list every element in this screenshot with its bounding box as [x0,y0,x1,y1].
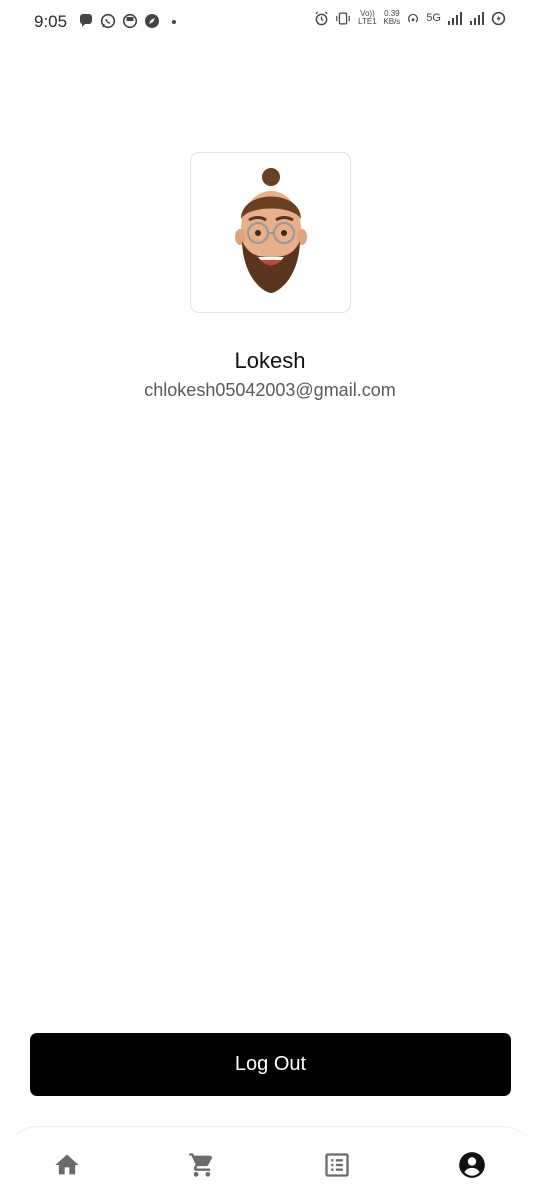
signal-icon [447,11,463,25]
logout-label: Log Out [234,1053,307,1075]
network-speed-unit: KB/s [383,17,401,26]
hotspot-icon [406,11,420,25]
status-time: 9:05 [34,12,68,31]
profile-name: Lokesh [234,348,306,373]
system-icons: Vo)) LTE1 0.39 KB/s 5G [314,10,506,26]
network-label: Vo)) LTE1 [358,9,377,26]
home-icon [55,1154,79,1175]
alarm-icon [314,10,329,26]
notification-icons [78,13,182,29]
account-icon [459,1152,485,1178]
nav-cart[interactable] [188,1151,216,1179]
whatsapp-icon [100,13,116,29]
status-bar: 9:05 Vo)) LTE1 0.39 KB/s 5G [0,0,540,44]
nav-account[interactable] [458,1151,486,1179]
battery-saver-icon [491,11,506,26]
bottom-nav [0,1126,540,1200]
cart-icon [189,1153,213,1177]
memoji-avatar [235,168,307,293]
nav-home[interactable] [53,1151,81,1179]
compass-icon [144,13,160,29]
network-speed: 0.39 KB/s [383,10,400,26]
chat-bubble-icon [78,13,94,29]
signal-icon [469,11,485,25]
profile-email: chlokesh05042003@gmail.com [144,380,396,400]
logout-button[interactable]: Log Out [30,1033,511,1096]
app-notification-icon [122,13,138,29]
more-dot-icon [166,13,182,29]
vibrate-icon [335,11,351,26]
list-icon [325,1153,349,1177]
avatar-card [190,152,351,313]
nav-orders[interactable] [323,1151,351,1179]
network-type: 5G [426,12,441,24]
